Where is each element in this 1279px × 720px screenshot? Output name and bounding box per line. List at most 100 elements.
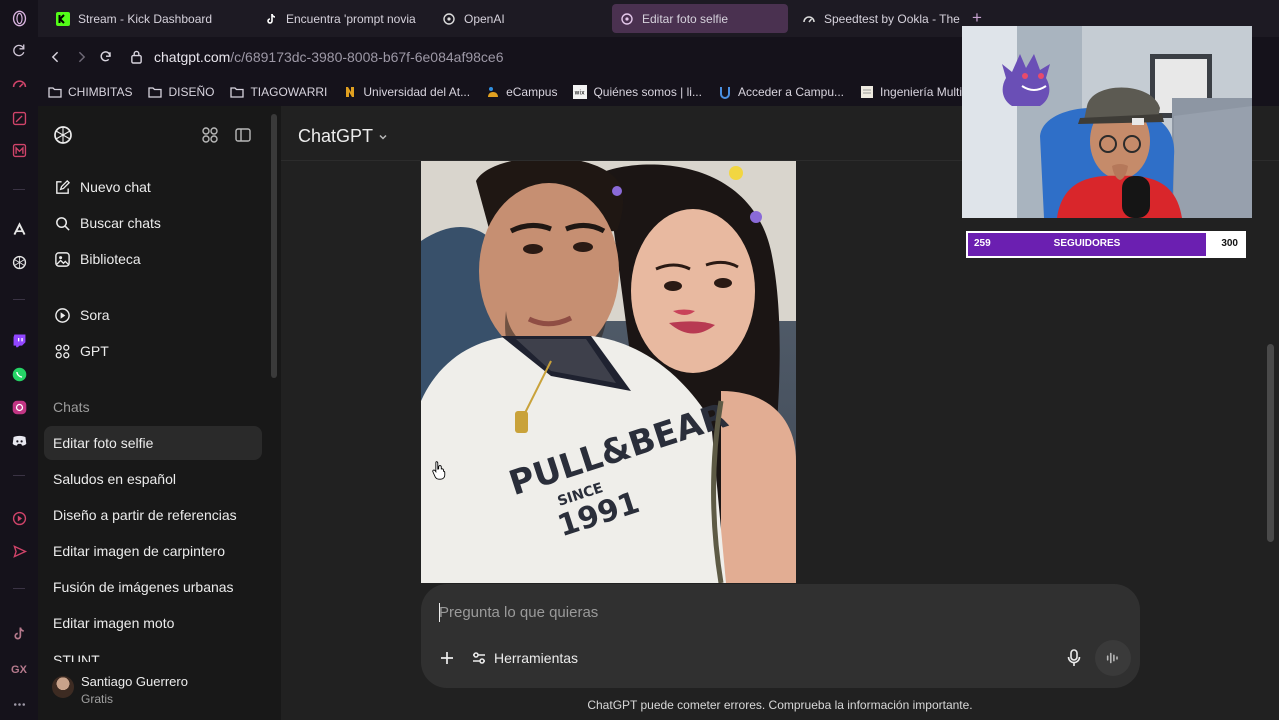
voice-mode-button[interactable] <box>1095 640 1131 676</box>
chat-item[interactable]: Editar imagen moto <box>44 606 262 640</box>
gpt-grid-icon <box>53 342 71 360</box>
tab-openai[interactable]: OpenAI <box>434 4 602 33</box>
search-icon <box>53 214 71 232</box>
reload-icon[interactable] <box>96 47 116 67</box>
disclaimer-text: ChatGPT puede cometer errores. Comprueba… <box>587 698 973 712</box>
refresh-icon[interactable] <box>9 40 29 60</box>
campus-icon <box>718 85 732 99</box>
selfie-photo: PULL&BEAR SINCE 1991 <box>421 161 796 583</box>
openai-icon <box>620 12 634 26</box>
browser-sidebar-rail: GX <box>0 0 38 720</box>
folder-icon <box>48 85 62 99</box>
bookmark-label: CHIMBITAS <box>68 84 133 99</box>
bookmark-acceder-campus[interactable]: Acceder a Campu... <box>718 85 844 99</box>
twitch-icon[interactable] <box>9 330 29 350</box>
bookmark-diseno[interactable]: DISEÑO <box>148 85 214 99</box>
new-chat-button[interactable]: Nuevo chat <box>44 170 260 204</box>
prompt-input[interactable] <box>439 600 1059 624</box>
chatgpt-logo-icon[interactable] <box>52 124 74 146</box>
generated-image[interactable]: PULL&BEAR SINCE 1991 <box>421 161 796 583</box>
rail-divider <box>13 299 25 300</box>
aria-icon[interactable] <box>9 219 29 239</box>
explore-gpts-icon[interactable] <box>201 126 219 144</box>
bookmark-label: Acceder a Campu... <box>737 84 845 99</box>
attach-button[interactable] <box>437 648 457 668</box>
model-selector[interactable]: ChatGPT <box>298 126 389 147</box>
text-caret <box>439 603 440 622</box>
chat-scrollbar[interactable] <box>1267 344 1274 542</box>
chat-item[interactable]: STUNT <box>44 642 262 662</box>
followers-label: SEGUIDORES <box>1053 238 1121 249</box>
screen: GX Stream - Kick Dashboard Encuentra 'pr… <box>0 0 1279 720</box>
user-menu[interactable]: Santiago Guerrero Gratis <box>38 664 281 720</box>
menu-label: Buscar chats <box>80 215 161 231</box>
bookmark-universidad[interactable]: Universidad del At... <box>343 85 470 99</box>
chatgpt-icon[interactable] <box>9 252 29 272</box>
folder-icon <box>148 85 163 99</box>
chat-item[interactable]: Diseño a partir de referencias <box>44 498 262 532</box>
bookmark-ecampus[interactable]: eCampus <box>486 85 557 99</box>
university-icon <box>343 85 357 99</box>
tools-button[interactable]: Herramientas <box>471 648 578 668</box>
tab-label: OpenAI <box>464 11 505 26</box>
composer: Herramientas <box>421 584 1140 688</box>
discord-icon[interactable] <box>9 430 29 450</box>
bookmark-tiagowarri[interactable]: TIAGOWARRI <box>230 85 327 99</box>
search-chats-button[interactable]: Buscar chats <box>44 206 260 240</box>
chats-section-label: Chats <box>53 399 90 415</box>
bookmark-chimbitas[interactable]: CHIMBITAS <box>48 85 132 99</box>
tab-tiktok[interactable]: Encuentra 'prompt novia <box>256 4 424 33</box>
url-field[interactable]: chatgpt.com/c/689173dc-3980-8008-b67f-6e… <box>154 49 503 65</box>
sora-button[interactable]: Sora <box>44 298 260 332</box>
speedtest-icon <box>802 12 816 26</box>
tab-speedtest[interactable]: Speedtest by Ookla - The <box>794 4 962 33</box>
chat-item[interactable]: Editar foto selfie <box>44 426 262 460</box>
back-icon[interactable] <box>46 47 66 67</box>
chat-item[interactable]: Saludos en español <box>44 462 262 496</box>
tab-kick[interactable]: Stream - Kick Dashboard <box>48 4 238 33</box>
gx-logo-icon[interactable]: GX <box>6 664 32 676</box>
tab-label: Speedtest by Ookla - The <box>824 11 960 26</box>
mail-icon[interactable] <box>9 140 29 160</box>
bookmark-label: TIAGOWARRI <box>250 84 328 99</box>
tools-label: Herramientas <box>494 650 579 666</box>
edit-icon[interactable] <box>9 108 29 128</box>
wix-icon: wix <box>573 84 588 99</box>
new-tab-button[interactable]: + <box>972 8 982 28</box>
lock-icon[interactable] <box>130 49 143 69</box>
instagram-icon[interactable] <box>9 397 29 417</box>
chatgpt-sidebar: Nuevo chat Buscar chats Biblioteca Sora … <box>38 106 281 720</box>
sidebar-scrollbar[interactable] <box>271 114 277 378</box>
voice-waveform-icon <box>1106 652 1118 664</box>
library-icon <box>53 250 71 268</box>
user-name: Santiago Guerrero <box>81 674 188 689</box>
bookmark-quienes-somos[interactable]: wix Quiénes somos | li... <box>573 84 702 99</box>
kick-icon <box>56 11 70 26</box>
send-icon[interactable] <box>9 541 29 561</box>
rail-divider <box>13 475 25 476</box>
tab-label: Encuentra 'prompt novia <box>286 11 416 26</box>
url-path: /c/689173dc-3980-8008-b67f-6e084af98ce6 <box>230 49 504 65</box>
more-icon[interactable] <box>9 694 29 714</box>
library-button[interactable]: Biblioteca <box>44 242 260 276</box>
forward-icon[interactable] <box>71 47 91 67</box>
tiktok-icon <box>264 12 278 26</box>
openai-icon <box>442 12 456 26</box>
bookmark-ingenieria[interactable]: Ingeniería Multime <box>860 85 979 99</box>
toggle-sidebar-icon[interactable] <box>234 126 252 144</box>
webcam-overlay <box>962 26 1252 218</box>
chat-item[interactable]: Editar imagen de carpintero <box>44 534 262 568</box>
tiktok-rail-icon[interactable] <box>9 623 29 643</box>
tab-editar-foto-selfie[interactable]: Editar foto selfie <box>612 4 788 33</box>
microphone-icon[interactable] <box>1064 648 1084 668</box>
whatsapp-icon[interactable] <box>9 364 29 384</box>
chat-item[interactable]: Fusión de imágenes urbanas <box>44 570 262 604</box>
followers-goal-bar: 259 SEGUIDORES 300 <box>966 231 1246 258</box>
opera-logo-icon[interactable] <box>9 8 29 28</box>
folder-icon <box>230 85 245 99</box>
gpt-button[interactable]: GPT <box>44 334 260 368</box>
player-icon[interactable] <box>9 508 29 528</box>
rail-divider <box>13 588 25 589</box>
url-host: chatgpt.com <box>154 49 231 65</box>
speed-icon[interactable] <box>9 74 29 94</box>
